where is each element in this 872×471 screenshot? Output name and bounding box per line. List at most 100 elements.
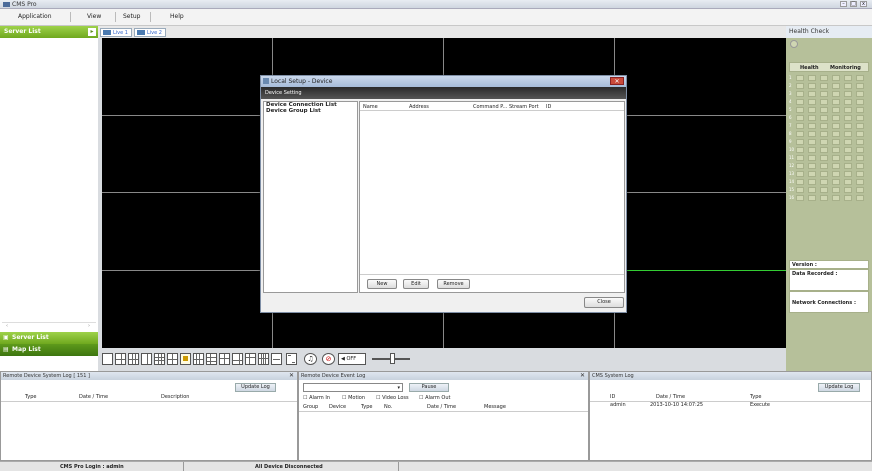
system-log-update-button[interactable]: Update Log <box>235 383 276 392</box>
menu-application[interactable]: Application <box>18 13 52 20</box>
layout-4x4-button[interactable] <box>154 353 165 365</box>
window-close-button[interactable]: x <box>860 1 867 7</box>
event-log-close-icon[interactable]: ✕ <box>580 372 585 379</box>
health-row[interactable]: 2 <box>789 82 869 90</box>
health-row[interactable]: 4 <box>789 98 869 106</box>
menu-setup[interactable]: Setup <box>123 13 140 20</box>
map-list-button[interactable]: ▤ Map List <box>0 344 98 356</box>
layout-1plus7-button[interactable] <box>167 353 178 365</box>
motion-checkbox[interactable]: ☐ Motion <box>342 395 365 401</box>
col-message[interactable]: Message <box>484 404 506 410</box>
dialog-close-button[interactable]: ✕ <box>610 77 624 85</box>
minimize-button[interactable]: – <box>840 1 847 7</box>
maximize-button[interactable]: □ <box>850 1 857 7</box>
health-row[interactable]: 14 <box>789 178 869 186</box>
col-group[interactable]: Group <box>303 404 318 410</box>
health-check-panel: Health Check Health Monitoring 123456789… <box>786 26 872 371</box>
pause-button[interactable]: Pause <box>409 383 449 392</box>
col-datetime[interactable]: Date / Time <box>656 394 685 400</box>
health-status-icon <box>856 171 864 177</box>
horizontal-scrollbar[interactable]: ‹ › <box>2 322 96 329</box>
health-status-icon <box>832 131 840 137</box>
health-status-icon <box>844 179 852 185</box>
col-address[interactable]: Address <box>409 104 429 110</box>
health-status-icon <box>796 107 804 113</box>
layout-6x6-button[interactable] <box>206 353 217 365</box>
alarm-bell-icon[interactable]: ♫ <box>304 353 317 365</box>
fullscreen-button[interactable] <box>286 353 297 365</box>
alarm-in-checkbox[interactable]: ☐ Alarm In <box>303 395 330 401</box>
health-row[interactable]: 8 <box>789 130 869 138</box>
table-row[interactable]: admin 2013-10-10 14:07:25 Execute <box>590 402 871 410</box>
health-row[interactable]: 13 <box>789 170 869 178</box>
video-loss-checkbox[interactable]: ☐ Video Loss <box>376 395 409 401</box>
health-row[interactable]: 10 <box>789 146 869 154</box>
connection-status: All Device Disconnected <box>255 464 323 470</box>
layout-sequence-button[interactable] <box>271 353 282 365</box>
tab-live-2[interactable]: Live 2 <box>134 28 166 37</box>
health-row[interactable]: 11 <box>789 154 869 162</box>
tab-live-1[interactable]: Live 1 <box>100 28 132 37</box>
health-status-icon <box>844 123 852 129</box>
layout-8x8-button[interactable] <box>258 353 269 365</box>
col-description[interactable]: Description <box>161 394 189 400</box>
layout-5x5-button[interactable] <box>193 353 204 365</box>
new-device-button[interactable]: New <box>367 279 397 289</box>
health-row[interactable]: 7 <box>789 122 869 130</box>
health-status-icon <box>820 179 828 185</box>
col-name[interactable]: Name <box>363 104 378 110</box>
edit-device-button[interactable]: Edit <box>403 279 429 289</box>
health-status-icon <box>856 123 864 129</box>
health-status-icon <box>844 83 852 89</box>
layout-2plus8-button[interactable] <box>245 353 256 365</box>
health-row[interactable]: 3 <box>789 90 869 98</box>
health-row[interactable]: 15 <box>789 186 869 194</box>
menu-help[interactable]: Help <box>170 13 184 20</box>
health-row[interactable]: 16 <box>789 194 869 202</box>
volume-slider-handle[interactable] <box>390 353 395 364</box>
health-status-icon <box>808 75 816 81</box>
alarm-out-checkbox[interactable]: ☐ Alarm Out <box>419 395 450 401</box>
health-status-icon <box>808 155 816 161</box>
health-row[interactable]: 1 <box>789 74 869 82</box>
col-stream-port[interactable]: Stream Port <box>509 104 539 110</box>
health-row[interactable]: 9 <box>789 138 869 146</box>
col-no[interactable]: No. <box>384 404 392 410</box>
col-device[interactable]: Device <box>329 404 346 410</box>
nav-device-group-list[interactable]: Device Group List <box>264 108 357 114</box>
collapse-arrow-icon[interactable]: ▸ <box>88 28 96 36</box>
col-type[interactable]: Type <box>361 404 372 410</box>
col-datetime[interactable]: Date / Time <box>427 404 456 410</box>
layout-1plus12-button[interactable] <box>219 353 230 365</box>
server-list-button[interactable]: ▣ Server List <box>0 332 98 344</box>
health-status-icon <box>808 83 816 89</box>
layout-1plus5-button[interactable] <box>141 353 152 365</box>
health-status-icon <box>844 195 852 201</box>
login-status: CMS Pro Login : admin <box>60 464 124 470</box>
health-row[interactable]: 5 <box>789 106 869 114</box>
audio-toggle-button[interactable]: ◀ OFF <box>338 353 366 365</box>
col-type[interactable]: Type <box>25 394 36 400</box>
col-command-port[interactable]: Command P... <box>473 104 507 110</box>
health-row[interactable]: 12 <box>789 162 869 170</box>
system-log-close-icon[interactable]: ✕ <box>289 372 294 379</box>
health-status-icon <box>808 163 816 169</box>
cms-system-log: CMS System Log Update Log ID Date / Time… <box>589 371 872 461</box>
col-datetime[interactable]: Date / Time <box>79 394 108 400</box>
record-off-icon[interactable]: ⊘ <box>322 353 335 365</box>
col-type[interactable]: Type <box>750 394 761 400</box>
col-id[interactable]: ID <box>546 104 551 110</box>
layout-custom-button[interactable] <box>180 353 191 365</box>
layout-1plus9-button[interactable] <box>232 353 243 365</box>
layout-3x3-button[interactable] <box>128 353 139 365</box>
menu-view[interactable]: View <box>87 13 101 20</box>
remove-device-button[interactable]: Remove <box>437 279 470 289</box>
health-status-icon <box>820 83 828 89</box>
col-id[interactable]: ID <box>610 394 615 400</box>
health-row[interactable]: 6 <box>789 114 869 122</box>
cms-log-update-button[interactable]: Update Log <box>818 383 860 392</box>
device-select-dropdown[interactable]: ▾ <box>303 383 403 392</box>
dialog-close-action-button[interactable]: Close <box>584 297 624 308</box>
layout-2x2-button[interactable] <box>115 353 126 365</box>
layout-1x1-button[interactable] <box>102 353 113 365</box>
